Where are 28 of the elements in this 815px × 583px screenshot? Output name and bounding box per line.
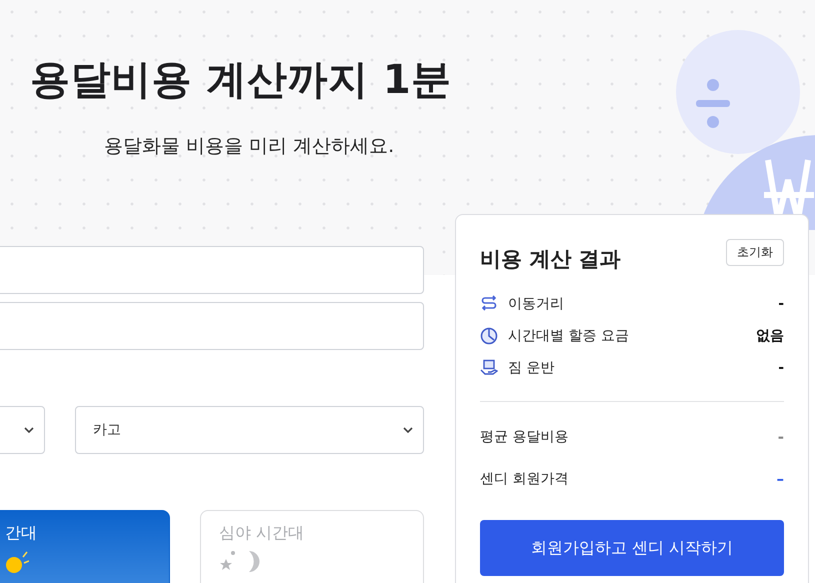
result-value: 없음 [756,327,784,345]
route-icon [480,295,498,313]
chevron-down-icon [24,427,34,433]
result-label: 시간대별 할증 요금 [508,327,629,345]
vehicle-dropdown[interactable]: 카고 [75,406,424,454]
result-title: 비용 계산 결과 [480,246,621,273]
time-slot-label: 간대 [5,523,38,544]
price-value: - [778,428,784,446]
result-label: 이동거리 [508,295,564,313]
input-field[interactable] [0,246,424,294]
price-label: 평균 용달비용 [480,428,568,446]
time-slot-label: 심야 시간대 [219,523,306,544]
moon-stars-icon [219,550,261,572]
time-slot-card[interactable]: 간대 [0,510,170,583]
result-value: - [778,296,784,312]
chevron-down-icon [403,427,413,433]
result-value: - [778,360,784,376]
price-label: 센디 회원가격 [480,470,568,488]
price-value: – [776,470,784,488]
result-label: 짐 운반 [508,359,554,377]
sun-icon [5,550,29,574]
clock-icon [480,327,498,345]
reset-button[interactable]: 초기화 [726,239,784,266]
page-title: 용달비용 계산까지 1분 [30,56,453,105]
input-field[interactable] [0,302,424,350]
page-subtitle: 용달화물 비용을 미리 계산하세요. [104,134,396,159]
signup-button[interactable]: 회원가입하고 센디 시작하기 [480,520,784,576]
package-hand-icon [480,359,498,377]
